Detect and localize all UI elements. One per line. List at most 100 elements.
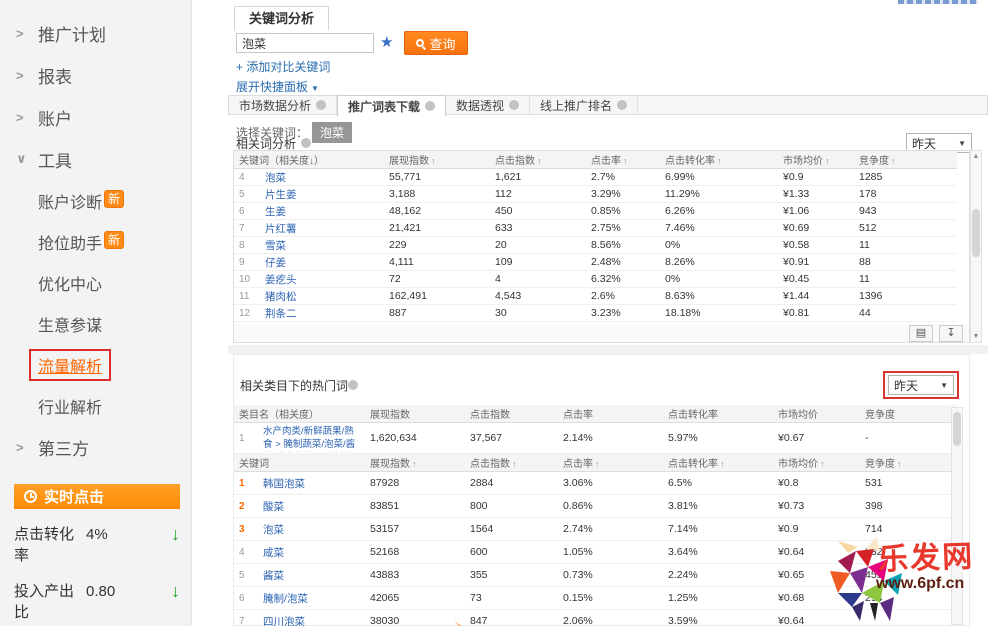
column-header-price[interactable]: 市场均价↑ — [778, 151, 854, 169]
row-index: 7 — [234, 610, 258, 626]
add-compare-keyword-link[interactable]: + 添加对比关键词 — [236, 58, 330, 75]
sub-tab[interactable]: 数据透视 — [446, 96, 530, 114]
panel-divider — [228, 345, 988, 354]
keyword-link[interactable]: 姜疙头 — [265, 274, 297, 286]
row-index: 2 — [234, 495, 258, 518]
trend-down-icon: ↓ — [171, 524, 180, 566]
clicks-cell: 2884 — [465, 472, 558, 495]
category-link[interactable]: 水产肉类/新鲜蔬果/熟食 > 腌制蔬菜/泡菜/酱菜/脱水蔬菜 > 腌制/泡菜 — [263, 425, 360, 452]
column-header-impressions[interactable]: 展现指数↑ — [384, 151, 490, 169]
sort-up-icon: ↑ — [820, 459, 825, 469]
keyword-search-input[interactable] — [236, 33, 374, 53]
sidebar-item-business-advisor[interactable]: 生意参谋 — [0, 303, 191, 344]
column-header-cvr[interactable]: 点击转化率↑ — [663, 454, 773, 472]
price-cell: ¥1.44 — [778, 288, 854, 305]
column-header-keyword[interactable]: 关键词 — [234, 454, 365, 472]
red-highlight-box: 流量解析 — [29, 349, 111, 381]
impressions-cell: 72 — [384, 271, 490, 288]
keyword-link[interactable]: 雪菜 — [265, 240, 286, 252]
sub-tab[interactable]: 线上推广排名 — [530, 96, 638, 114]
impressions-cell: 887 — [384, 305, 490, 322]
price-cell: ¥0.69 — [778, 220, 854, 237]
chevron-right-icon: > — [16, 110, 28, 125]
column-header-price[interactable]: 市场均价↑ — [773, 454, 860, 472]
keyword-link[interactable]: 腌制/泡菜 — [263, 593, 308, 605]
sidebar-item-label: 生意参谋 — [38, 312, 102, 336]
column-header-clicks[interactable]: 点击指数↑ — [490, 151, 586, 169]
export-table-icon[interactable]: ▤ — [909, 325, 933, 342]
keyword-link[interactable]: 荆条二 — [265, 308, 297, 320]
column-header-clicks[interactable]: 点击指数 — [465, 405, 558, 423]
keyword-link[interactable]: 泡菜 — [265, 172, 286, 184]
chevron-right-icon: > — [16, 440, 28, 455]
column-header-ctr[interactable]: 点击率↑ — [558, 454, 663, 472]
sidebar-item-traffic-analysis[interactable]: 流量解析 — [0, 344, 191, 385]
keyword-link[interactable]: 泡菜 — [263, 524, 284, 536]
sub-tab[interactable]: 推广词表下载 — [337, 95, 446, 116]
related-words-title: 相关词分析 — [236, 135, 296, 152]
keyword-link[interactable]: 仔姜 — [265, 257, 286, 269]
keyword-cell: 腌制/泡菜 — [258, 587, 365, 610]
sidebar-item-optimization-center[interactable]: 优化中心 — [0, 262, 191, 303]
scroll-down-icon[interactable]: ▼ — [971, 333, 981, 340]
column-header-cvr[interactable]: 点击转化率 — [663, 405, 773, 423]
date-range-select[interactable]: 昨天 ▼ — [888, 375, 954, 395]
sidebar-item-reports[interactable]: > 报表 — [0, 54, 191, 96]
sidebar-item-promotion-plan[interactable]: > 推广计划 — [0, 12, 191, 54]
column-header-keyword[interactable]: 关键词（相关度↓） — [234, 151, 384, 169]
sidebar-item-tools[interactable]: ∨ 工具 — [0, 138, 191, 180]
price-cell: ¥0.9 — [778, 169, 854, 186]
column-header-ctr[interactable]: 点击率 — [558, 405, 663, 423]
column-header-clicks[interactable]: 点击指数↑ — [465, 454, 558, 472]
price-cell: ¥1.33 — [778, 186, 854, 203]
sidebar-item-third-party[interactable]: > 第三方 — [0, 426, 191, 468]
stat-value: 4% — [86, 524, 108, 566]
column-header-impressions[interactable]: 展现指数↑ — [365, 454, 465, 472]
clicks-cell: 37,567 — [465, 423, 558, 454]
column-header-ctr[interactable]: 点击率↑ — [586, 151, 660, 169]
table-row: 2 酸菜 83851 800 0.86% 3.81% ¥0.73 398 — [234, 495, 957, 518]
ctr-cell: 8.56% — [586, 237, 660, 254]
sidebar-item-account-diagnosis[interactable]: 账户诊断 新 — [0, 180, 191, 221]
hot-words-section-header: 相关类目下的热门词 昨天 ▼ — [240, 373, 959, 397]
column-header-cvr[interactable]: 点击转化率↑ — [660, 151, 778, 169]
keyword-link[interactable]: 片生姜 — [265, 189, 297, 201]
keyword-link[interactable]: 片红薯 — [265, 223, 297, 235]
keyword-link[interactable]: 四川泡菜 — [263, 616, 305, 626]
cvr-cell: 8.63% — [660, 288, 778, 305]
hot-words-scrollbar[interactable] — [951, 407, 963, 625]
keyword-link[interactable]: 酸菜 — [263, 501, 284, 513]
favorite-star-icon[interactable]: ★ — [380, 33, 393, 51]
sub-tab-label: 数据透视 — [456, 97, 504, 114]
keyword-link[interactable]: 咸菜 — [263, 547, 284, 559]
column-header-competition[interactable]: 竞争度 — [860, 405, 957, 423]
table-row: 1 韩国泡菜 87928 2884 3.06% 6.5% ¥0.8 531 — [234, 472, 957, 495]
keyword-link[interactable]: 生姜 — [265, 206, 286, 218]
keyword-link[interactable]: 韩国泡菜 — [263, 478, 305, 490]
related-words-scrollbar[interactable]: ▲ ▼ — [970, 150, 982, 343]
sidebar-item-industry-analysis[interactable]: 行业解析 — [0, 385, 191, 426]
column-header-competition[interactable]: 竞争度↑ — [854, 151, 957, 169]
keyword-link[interactable]: 猪肉松 — [265, 291, 297, 303]
download-icon[interactable]: ↧ — [939, 325, 963, 342]
query-button[interactable]: 查询 — [404, 31, 468, 55]
sub-tab[interactable]: 市场数据分析 — [229, 96, 337, 114]
column-header-price[interactable]: 市场均价 — [773, 405, 860, 423]
competition-cell: 532 — [860, 541, 957, 564]
column-header-impressions[interactable]: 展现指数 — [365, 405, 465, 423]
keyword-cell: 韩国泡菜 — [258, 472, 365, 495]
scroll-up-icon[interactable]: ▲ — [971, 153, 981, 160]
scrollbar-thumb[interactable] — [972, 209, 980, 257]
sub-tab-label: 线上推广排名 — [540, 97, 612, 114]
sidebar-item-account[interactable]: > 账户 — [0, 96, 191, 138]
scrollbar-thumb[interactable] — [953, 412, 961, 446]
sidebar-item-rank-assistant[interactable]: 抢位助手 新 — [0, 221, 191, 262]
realtime-click-header: 实时点击 — [14, 484, 180, 509]
expand-quick-panel-link[interactable]: 展开快捷面板▼ — [236, 78, 319, 95]
page-tab-keyword-analysis[interactable]: 关键词分析 — [234, 6, 329, 31]
clipped-top-right-link[interactable] — [898, 0, 978, 4]
column-header-competition[interactable]: 竞争度↑ — [860, 454, 957, 472]
column-header-category[interactable]: 类目名（相关度） — [234, 405, 365, 423]
keyword-link[interactable]: 酱菜 — [263, 570, 284, 582]
sidebar-item-label: 工具 — [38, 147, 72, 172]
